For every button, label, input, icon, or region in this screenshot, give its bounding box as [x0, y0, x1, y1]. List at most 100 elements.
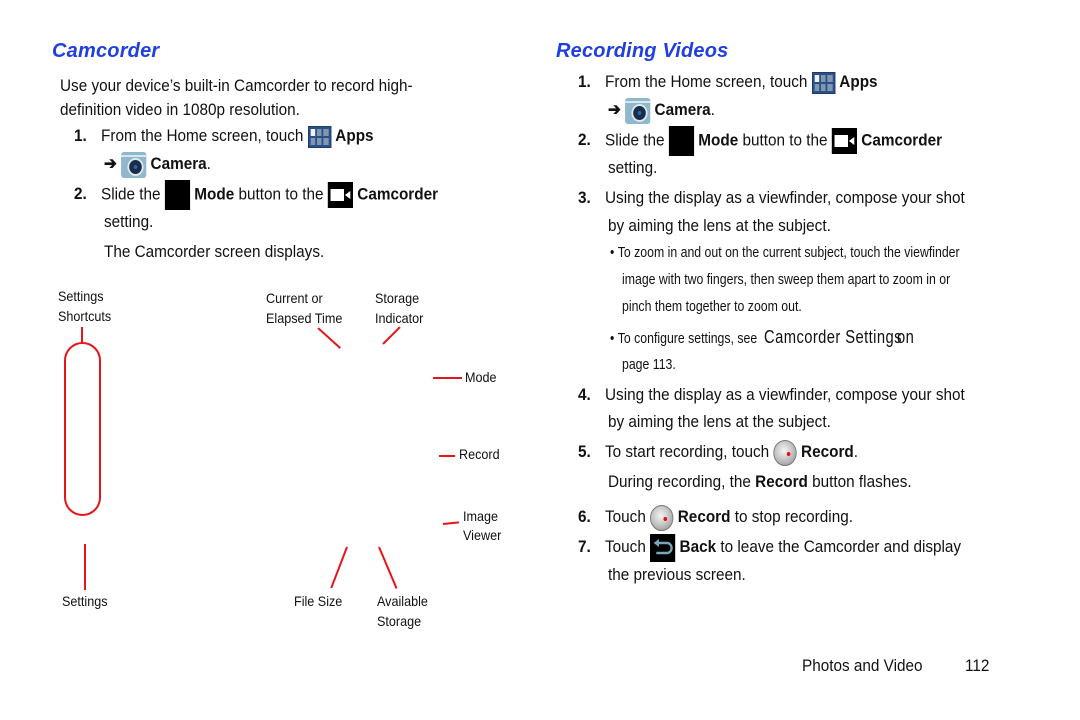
callout-available-storage: [378, 546, 398, 589]
label-available-storage-1: Available: [377, 593, 428, 609]
record-label: Record: [801, 442, 854, 461]
bullet-settings-line2: page 113.: [622, 356, 676, 373]
label-image-viewer-1: Image: [463, 508, 499, 524]
camcorder-icon: [327, 182, 354, 208]
camera-label: Camera: [150, 154, 207, 173]
punctuation: .: [853, 442, 859, 461]
right-step-3-line2: by aiming the lens at the subject.: [608, 216, 831, 235]
bullet-zoom-line3: pinch them together to zoom out.: [622, 298, 802, 315]
callout-record: [439, 455, 455, 457]
step-text: Slide the: [101, 184, 161, 204]
label-image-viewer-2: Viewer: [463, 527, 502, 543]
step-number: 1.: [578, 72, 591, 91]
bullet-text: To zoom in and out on the current subjec…: [617, 244, 960, 261]
record-label: Record: [677, 507, 731, 526]
left-step-1-line2: ➔ Camera.: [104, 150, 211, 178]
settings-shortcuts-outline: [64, 342, 101, 516]
xref-suffix: on: [896, 327, 915, 347]
mode-label: Mode: [194, 184, 235, 204]
step-number: 4.: [578, 385, 591, 404]
step-text: Touch: [605, 537, 646, 556]
right-step-7: 7. Touch Back to leave the Camcorder and …: [578, 533, 961, 562]
callout-storage-indicator: [382, 326, 401, 345]
camera-icon: [121, 151, 147, 178]
label-settings-shortcuts-2: Shortcuts: [58, 308, 112, 324]
right-step-4-line2: by aiming the lens at the subject.: [608, 412, 831, 431]
camcorder-heading: Camcorder: [52, 40, 160, 62]
back-label: Back: [679, 537, 717, 556]
step-number: 2.: [578, 130, 591, 150]
step-text: Using the display as a viewfinder, compo…: [605, 385, 965, 404]
record-label: Record: [755, 472, 808, 491]
step-text: Using the display as a viewfinder, compo…: [605, 188, 965, 207]
right-step-4: 4. Using the display as a viewfinder, com…: [578, 381, 965, 409]
camcorder-label: Camcorder: [861, 130, 943, 150]
right-step-2: 2. Slide the Mode button to the Camcorder: [578, 126, 942, 156]
bullet-zoom-line1: • To zoom in and out on the current subj…: [610, 244, 960, 261]
step-text: Slide the: [605, 130, 665, 150]
right-step-2-line2: setting.: [608, 158, 658, 177]
step-text: to stop recording.: [734, 507, 853, 526]
callout-settings-shortcuts: [81, 327, 83, 343]
right-step-5-line2: During recording, the Record button flas…: [608, 468, 912, 496]
step-text: button to the: [742, 130, 828, 150]
mode-label: Mode: [698, 130, 739, 150]
callout-settings: [84, 544, 86, 590]
callout-mode: [433, 377, 462, 379]
left-step-2: 2. Slide the Mode button to the Camcorder: [74, 180, 438, 210]
bullet-settings-line1: • To configure settings, see Camcorder S…: [610, 327, 915, 347]
step-text: button flashes.: [812, 472, 912, 491]
left-step-2-line2: setting.: [104, 212, 154, 231]
step-text: During recording, the: [608, 472, 751, 491]
mode-button-icon: [164, 180, 191, 210]
right-step-7-line2: the previous screen.: [608, 565, 746, 584]
label-file-size: File Size: [294, 593, 343, 609]
apps-label: Apps: [335, 126, 374, 145]
label-available-storage-2: Storage: [377, 613, 422, 629]
mode-button-icon: [668, 126, 695, 156]
page-number: 112: [965, 656, 990, 675]
label-current-time-1: Current or: [266, 290, 323, 306]
step-text: From the Home screen, touch: [101, 126, 304, 145]
apps-label: Apps: [839, 72, 878, 91]
left-step-2-line3: The Camcorder screen displays.: [104, 242, 325, 261]
label-storage-indicator-1: Storage: [375, 290, 420, 306]
footer-section: Photos and Video: [802, 656, 923, 675]
left-step-1: 1. From the Home screen, touch Apps: [74, 122, 374, 150]
step-text: From the Home screen, touch: [605, 72, 808, 91]
right-step-1-line2: ➔ Camera.: [608, 96, 715, 124]
intro-text-line2: definition video in 1080p resolution.: [60, 100, 300, 119]
camera-label: Camera: [654, 100, 711, 119]
record-icon: [650, 504, 674, 531]
punctuation: .: [710, 100, 715, 119]
label-mode: Mode: [465, 369, 497, 385]
label-current-time-2: Elapsed Time: [266, 310, 343, 326]
right-step-5: 5. To start recording, touch Record.: [578, 438, 858, 466]
step-number: 5.: [578, 442, 591, 461]
callout-image-viewer: [442, 521, 460, 525]
step-number: 2.: [74, 184, 87, 204]
step-number: 7.: [578, 537, 591, 556]
arrow-icon: ➔: [104, 154, 117, 173]
right-step-1: 1. From the Home screen, touch Apps: [578, 68, 878, 96]
callout-file-size: [330, 546, 348, 589]
label-settings-shortcuts-1: Settings: [58, 288, 104, 304]
camera-icon: [625, 97, 651, 124]
step-text: button to the: [238, 184, 324, 204]
callout-current-time: [317, 327, 341, 349]
label-storage-indicator-2: Indicator: [375, 310, 424, 326]
step-text: To start recording, touch: [605, 442, 770, 461]
record-icon: [773, 439, 797, 466]
step-number: 3.: [578, 188, 591, 207]
apps-icon: [307, 125, 332, 148]
step-number: 6.: [578, 507, 591, 526]
label-settings: Settings: [62, 593, 108, 609]
step-number: 1.: [74, 126, 87, 145]
step-text: Touch: [605, 507, 646, 526]
camcorder-settings-link[interactable]: Camcorder Settings: [764, 327, 902, 347]
camcorder-label: Camcorder: [357, 184, 439, 204]
arrow-icon: ➔: [608, 100, 621, 119]
label-record: Record: [459, 446, 500, 462]
step-text: to leave the Camcorder and display: [720, 537, 962, 556]
camcorder-icon: [831, 128, 858, 154]
